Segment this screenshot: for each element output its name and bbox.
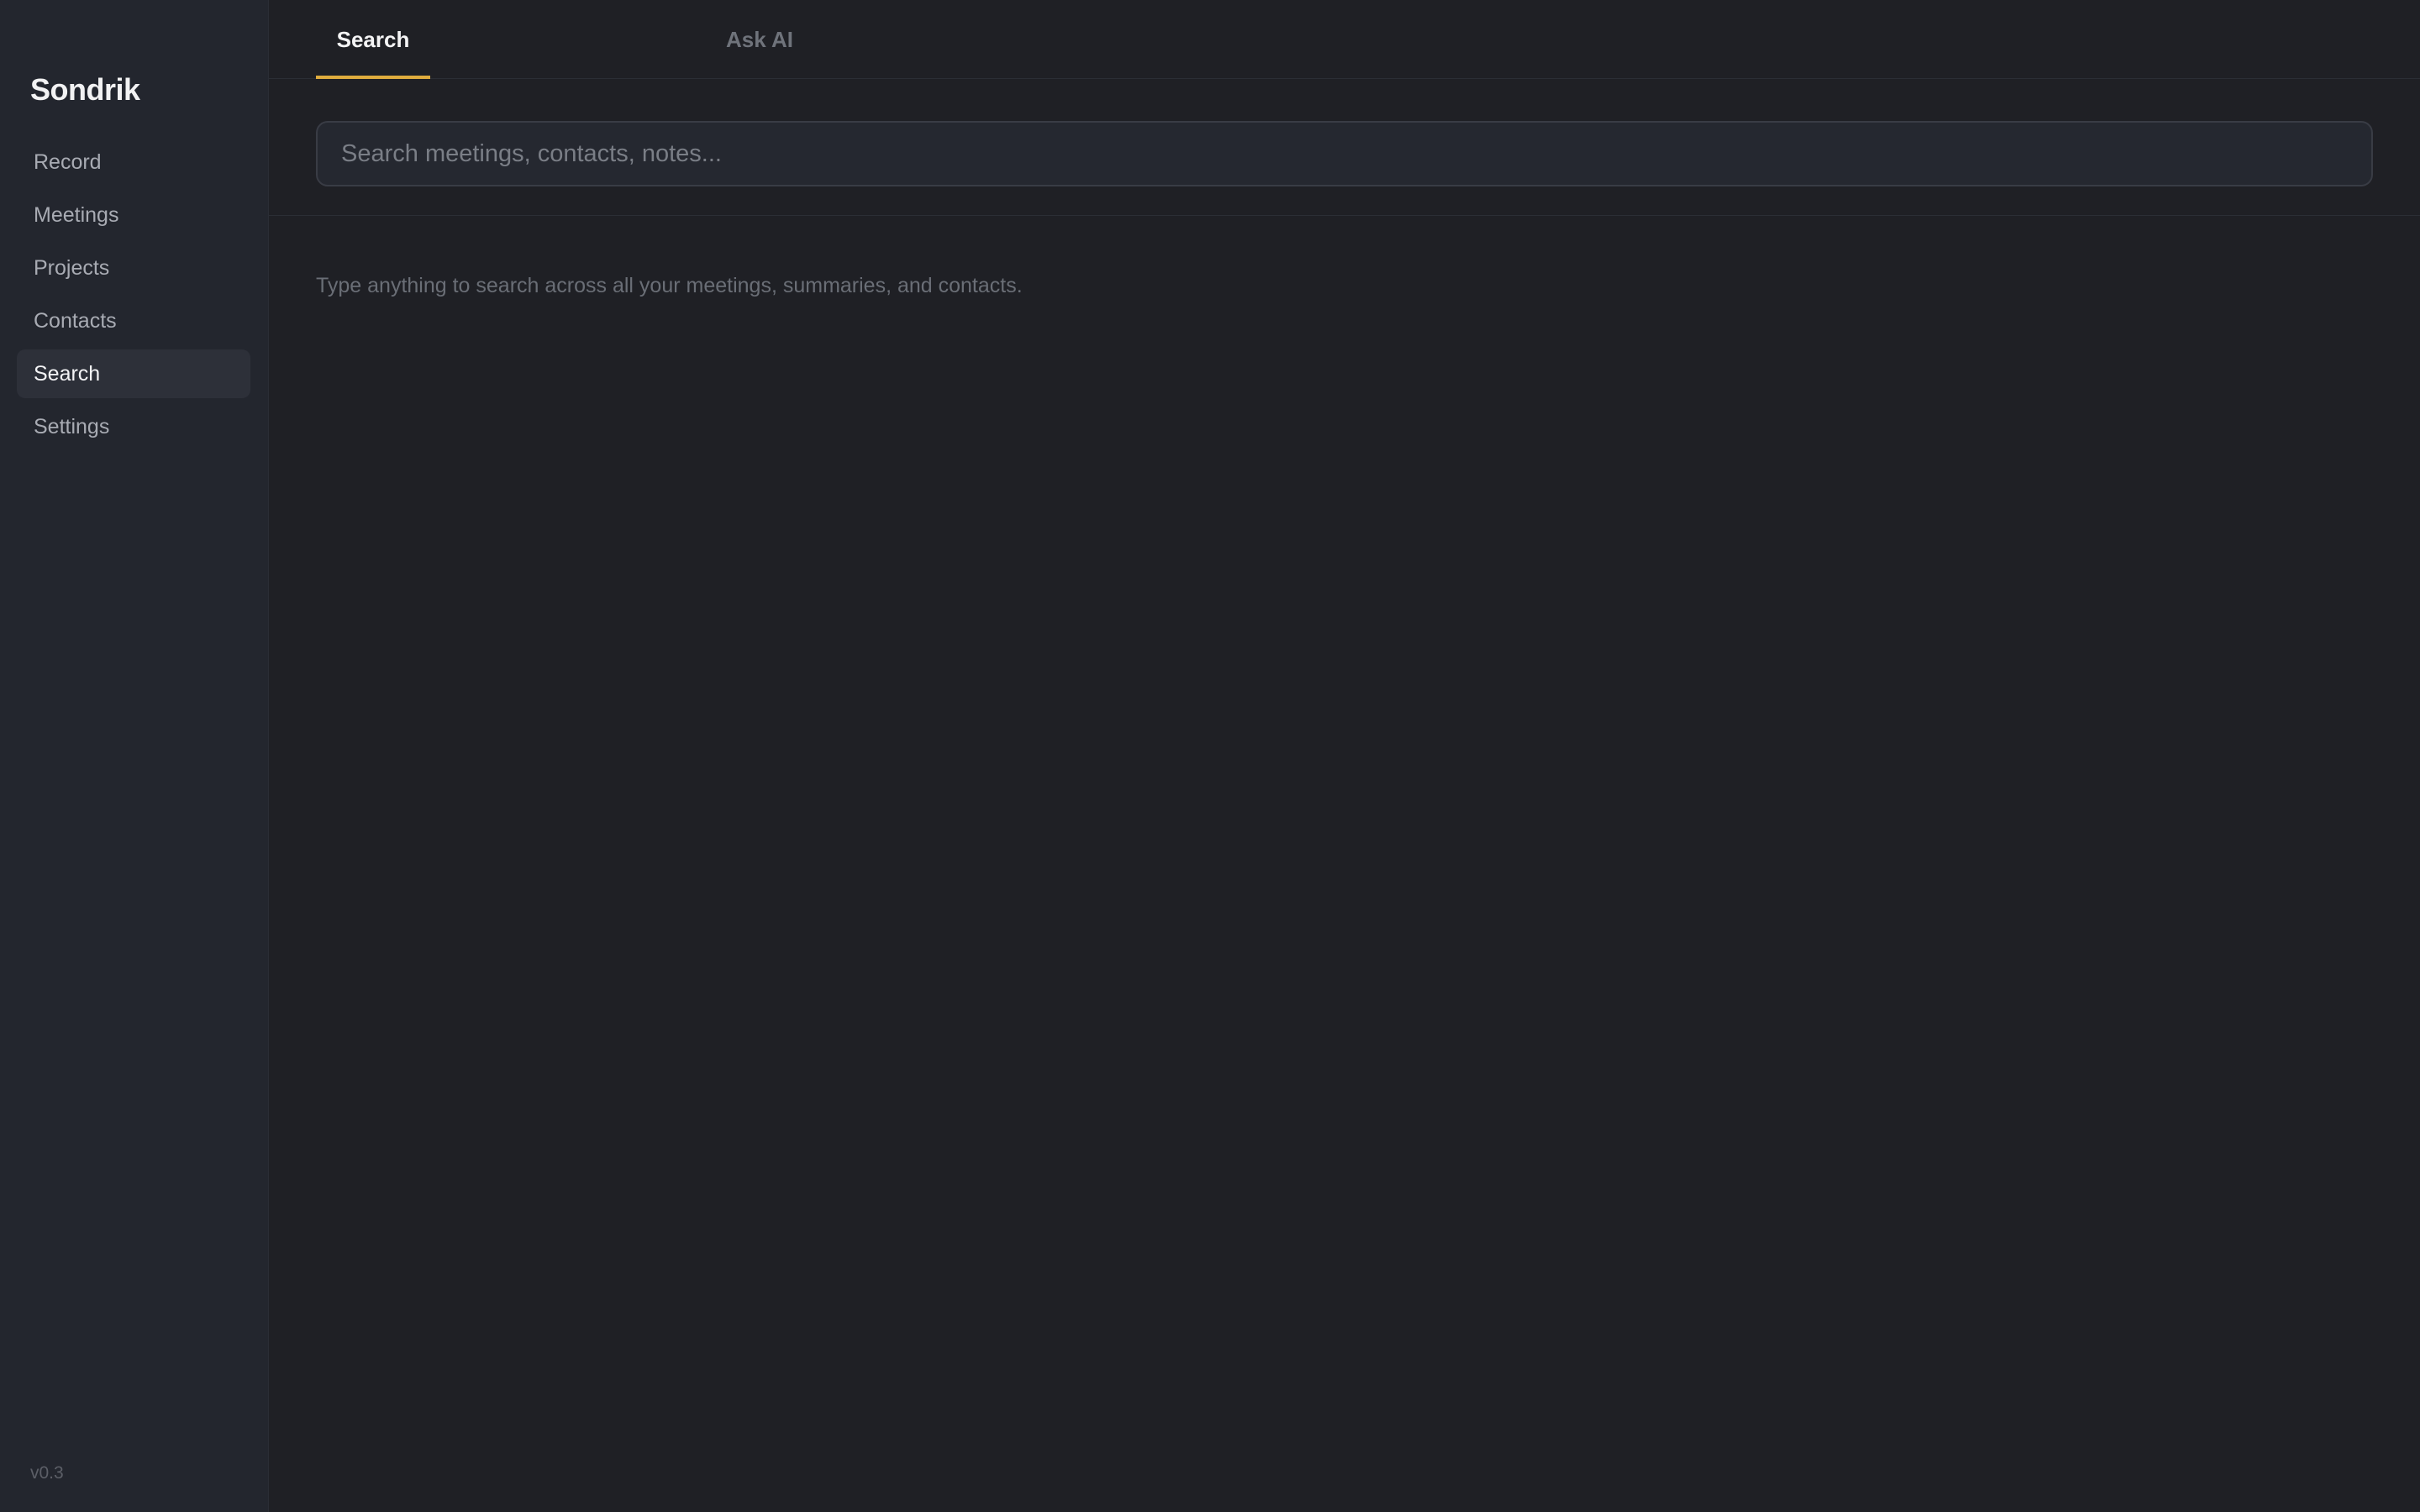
sidebar-item-projects[interactable]: Projects: [17, 244, 250, 292]
sidebar: Sondrik Record Meetings Projects Contact…: [0, 0, 269, 1512]
sidebar-item-record[interactable]: Record: [17, 138, 250, 186]
sidebar-nav: Record Meetings Projects Contacts Search…: [17, 138, 250, 455]
sidebar-item-contacts[interactable]: Contacts: [17, 297, 250, 345]
app-name: Sondrik: [30, 72, 140, 107]
search-field-container: [316, 121, 2373, 186]
tab-ask-ai[interactable]: Ask AI: [709, 0, 810, 79]
sidebar-item-settings[interactable]: Settings: [17, 402, 250, 451]
section-divider: [269, 215, 2420, 216]
version-label: v0.3: [30, 1463, 64, 1483]
sidebar-item-search[interactable]: Search: [17, 349, 250, 398]
app-window: Sondrik Record Meetings Projects Contact…: [0, 0, 2420, 1512]
search-hint: Type anything to search across all your …: [316, 274, 1023, 297]
tab-bar: Search Ask AI: [269, 0, 2420, 79]
tab-search[interactable]: Search: [316, 0, 430, 79]
main-panel: Search Ask AI Type anything to search ac…: [269, 0, 2420, 1512]
search-input[interactable]: [316, 121, 2373, 186]
sidebar-item-meetings[interactable]: Meetings: [17, 191, 250, 239]
